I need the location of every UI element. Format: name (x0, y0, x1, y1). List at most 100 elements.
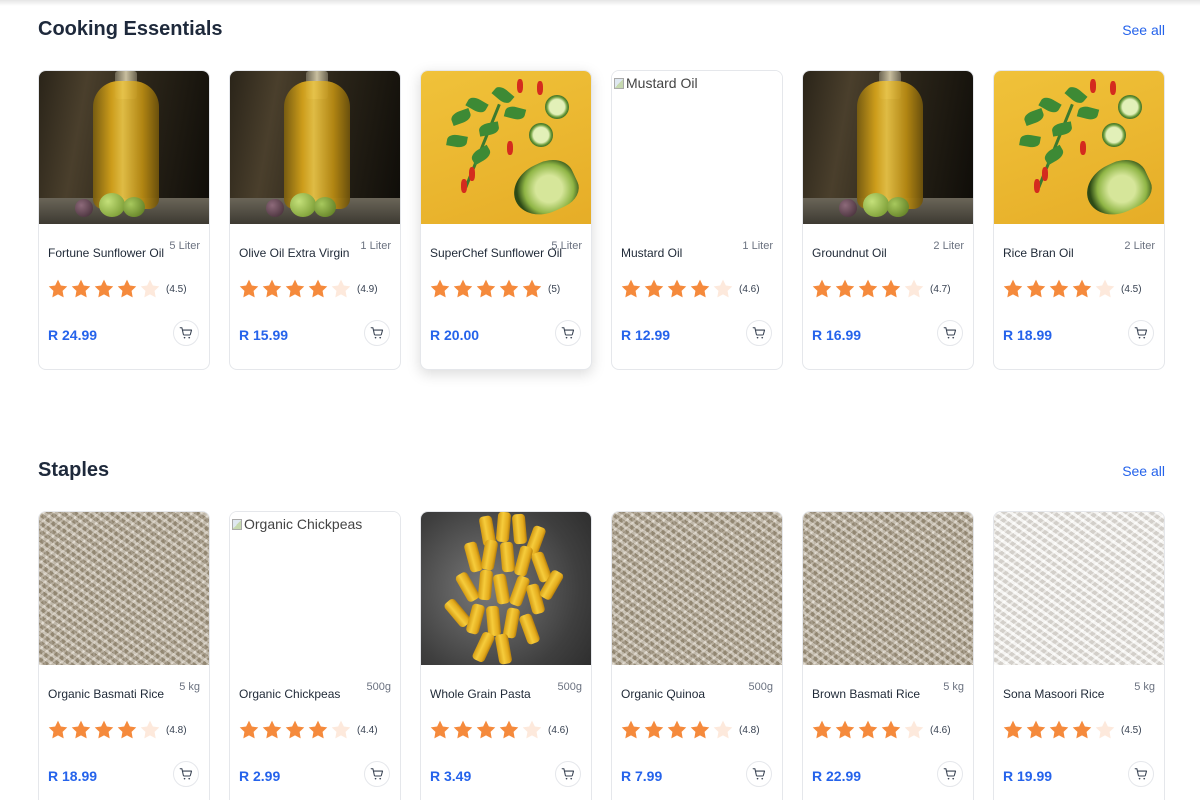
product-price: R 20.00 (430, 327, 480, 343)
image-detail (1051, 121, 1073, 137)
star-icon (1026, 720, 1046, 739)
star-icon (285, 720, 305, 739)
star-icon (1072, 720, 1092, 739)
image-detail (461, 179, 467, 193)
see-all-link[interactable]: See all (1122, 463, 1165, 479)
product-card[interactable]: Rice Bran Oil 2 Liter (4.5) R 18.99 (993, 70, 1165, 370)
star-icon (713, 720, 733, 739)
product-card[interactable]: Mustard Oil Mustard Oil 1 Liter (4.6) R 12.9… (611, 70, 783, 370)
product-name: Olive Oil Extra Virgin (239, 246, 350, 260)
product-size: 5 kg (179, 681, 200, 693)
product-price: R 24.99 (48, 327, 98, 343)
star-icon (644, 279, 664, 298)
image-detail (518, 612, 541, 646)
product-name: Brown Basmati Rice (812, 687, 921, 701)
product-rating: (4.6) (429, 719, 569, 741)
product-price: R 16.99 (812, 327, 862, 343)
star-icon (644, 720, 664, 739)
add-to-cart-button[interactable] (746, 761, 772, 787)
product-image (994, 512, 1164, 665)
star-icon (835, 279, 855, 298)
product-size: 1 Liter (742, 240, 773, 252)
product-size: 500g (748, 681, 773, 693)
product-info: Olive Oil Extra Virgin 1 Liter (4.9) R 15.9… (230, 224, 400, 369)
product-info: Whole Grain Pasta 500g (4.6) R 3.49 (421, 665, 591, 800)
product-card[interactable]: Fortune Sunflower Oil 5 Liter (4.5) R 24.99 (38, 70, 210, 370)
product-card[interactable]: Olive Oil Extra Virgin 1 Liter (4.9) R 15.9… (229, 70, 401, 370)
image-alt-text: Mustard Oil (612, 75, 698, 91)
add-to-cart-button[interactable] (173, 320, 199, 346)
product-price: R 12.99 (621, 327, 671, 343)
add-to-cart-button[interactable] (364, 320, 390, 346)
star-icon (1049, 720, 1069, 739)
product-grid: Fortune Sunflower Oil 5 Liter (4.5) R 24.99… (38, 70, 1165, 370)
add-to-cart-button[interactable] (746, 320, 772, 346)
image-detail (284, 81, 350, 209)
rating-value: (4.6) (548, 724, 569, 736)
add-to-cart-button[interactable] (1128, 320, 1154, 346)
add-to-cart-button[interactable] (555, 320, 581, 346)
rating-value: (4.8) (739, 724, 760, 736)
star-icon (713, 279, 733, 298)
star-icon (1072, 279, 1092, 298)
image-detail (463, 540, 484, 574)
product-image (230, 71, 400, 224)
image-detail (507, 141, 513, 155)
product-card[interactable]: SuperChef Sunflower Oil 5 Liter (5) R 20.00 (420, 70, 592, 370)
add-to-cart-button[interactable] (937, 320, 963, 346)
product-name: Rice Bran Oil (1003, 246, 1074, 260)
star-icon (522, 720, 542, 739)
product-rating: (4.5) (1002, 719, 1142, 741)
star-icon (308, 279, 328, 298)
cart-icon (179, 768, 193, 780)
image-detail (454, 570, 481, 604)
image-detail (478, 121, 500, 137)
product-price: R 22.99 (812, 768, 862, 784)
star-icon (262, 279, 282, 298)
star-icon (308, 720, 328, 739)
product-size: 2 Liter (1124, 240, 1155, 252)
add-to-cart-button[interactable] (937, 761, 963, 787)
image-detail (503, 104, 527, 122)
add-to-cart-button[interactable] (364, 761, 390, 787)
star-icon (621, 720, 641, 739)
product-card[interactable]: Organic Quinoa 500g (4.8) R 7.99 (611, 511, 783, 800)
cart-icon (179, 327, 193, 339)
rating-value: (4.6) (739, 283, 760, 295)
product-card[interactable]: Sona Masoori Rice 5 kg (4.5) R 19.99 (993, 511, 1165, 800)
add-to-cart-button[interactable] (173, 761, 199, 787)
product-rating: (4.4) (238, 719, 378, 741)
cart-icon (370, 768, 384, 780)
product-name: Whole Grain Pasta (430, 687, 531, 701)
cart-icon (1134, 768, 1148, 780)
product-card[interactable]: Whole Grain Pasta 500g (4.6) R 3.49 (420, 511, 592, 800)
product-image (803, 71, 973, 224)
image-detail (863, 193, 889, 217)
add-to-cart-button[interactable] (1128, 761, 1154, 787)
broken-image-icon (614, 78, 624, 89)
product-info: Organic Chickpeas 500g (4.4) R 2.99 (230, 665, 400, 800)
add-to-cart-button[interactable] (555, 761, 581, 787)
image-detail (517, 79, 523, 93)
product-card[interactable]: Groundnut Oil 2 Liter (4.7) R 16.99 (802, 70, 974, 370)
product-size: 5 Liter (169, 240, 200, 252)
see-all-link[interactable]: See all (1122, 22, 1165, 38)
product-card[interactable]: Organic Chickpeas Organic Chickpeas 500g (4… (229, 511, 401, 800)
star-icon (140, 279, 160, 298)
star-icon (499, 279, 519, 298)
star-icon (812, 720, 832, 739)
product-image (421, 71, 591, 224)
image-detail (537, 81, 543, 95)
image-detail (887, 197, 909, 217)
star-icon (476, 279, 496, 298)
product-card[interactable]: Organic Basmati Rice 5 kg (4.8) R 18.99 (38, 511, 210, 800)
product-card[interactable]: Brown Basmati Rice 5 kg (4.6) R 22.99 (802, 511, 974, 800)
product-image: Organic Chickpeas (230, 512, 400, 665)
star-icon (621, 279, 641, 298)
product-name: Sona Masoori Rice (1003, 687, 1105, 701)
product-info: Sona Masoori Rice 5 kg (4.5) R 19.99 (994, 665, 1164, 800)
product-size: 5 kg (943, 681, 964, 693)
image-detail (449, 107, 473, 127)
image-detail (99, 193, 125, 217)
product-name: Organic Quinoa (621, 687, 706, 701)
